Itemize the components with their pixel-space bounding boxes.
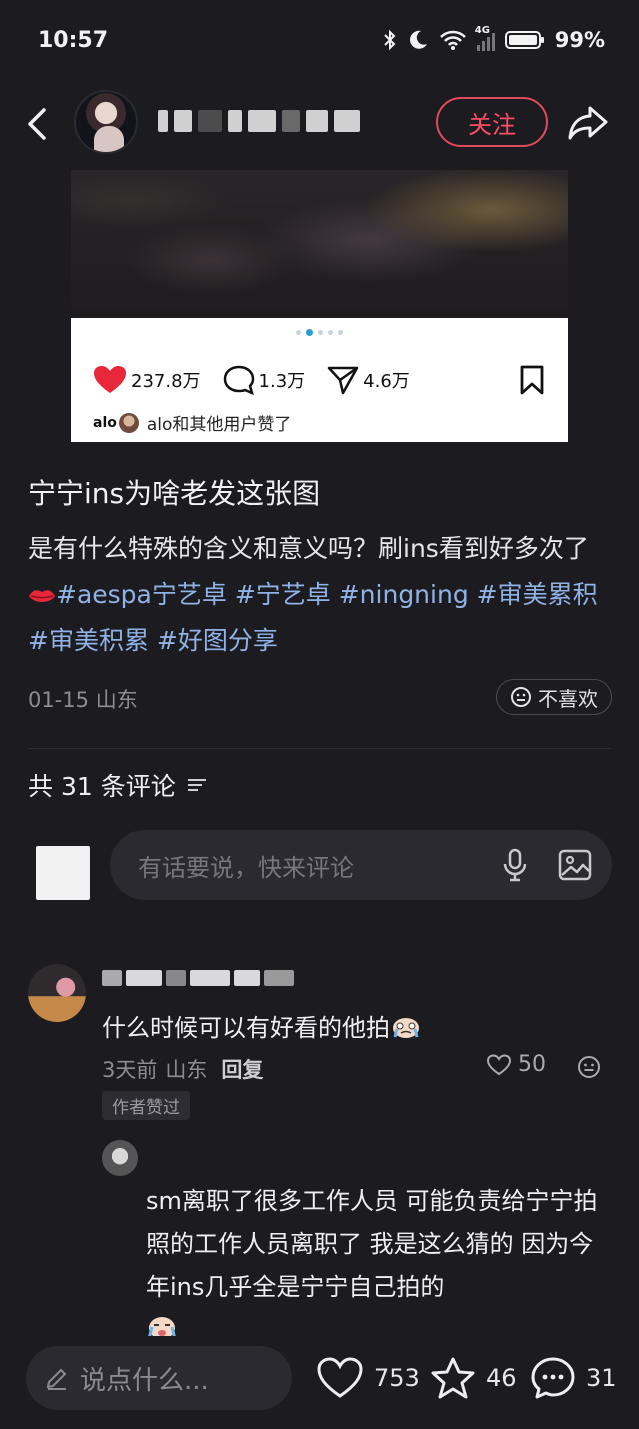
bluetooth-icon [384, 29, 396, 51]
comment-count[interactable]: 共 31 条评论 [28, 767, 208, 803]
liked-by-avatar-text: alo [93, 414, 117, 431]
say-something-input[interactable]: 说点什么... [26, 1346, 292, 1410]
liked-by-avatar [118, 412, 139, 433]
post-date-location: 01-15 山东 [28, 688, 138, 712]
favorite-count: 46 [486, 1364, 517, 1392]
bookmark-icon [520, 365, 544, 395]
post-body-text: 是有什么特殊的含义和意义吗？刷ins看到好多次了 [28, 534, 589, 563]
neutral-face-icon [511, 687, 531, 707]
carousel-dot-active [306, 329, 313, 336]
liked-by-text: alo和其他用户赞了 [146, 415, 292, 435]
author-liked-badge: 作者赞过 [102, 1091, 190, 1120]
hashtag[interactable]: #审美积累 [28, 626, 149, 655]
moon-icon [409, 30, 427, 49]
ig-liked-by: alo alo和其他用户赞了 [93, 410, 291, 435]
post-header: 关注 [0, 84, 639, 168]
heart-outline-icon [317, 1357, 363, 1398]
pencil-icon [46, 1368, 67, 1390]
comment-time: 3天前 [102, 1058, 158, 1082]
reply-text-content: sm离职了很多工作人员 可能负责给宁宁拍照的工作人员离职了 我是这么猜的 因为今… [146, 1187, 598, 1301]
reply-text: sm离职了很多工作人员 可能负责给宁宁拍照的工作人员离职了 我是这么猜的 因为今… [146, 1180, 616, 1352]
ig-action-row: 237.8万 1.3万 4.6万 [93, 360, 546, 400]
share-icon[interactable] [566, 102, 610, 142]
post-title: 宁宁ins为啥老发这张图 [28, 477, 321, 510]
commenter-avatar[interactable] [28, 964, 86, 1022]
comment-meta: 3天前 山东 回复 [102, 1054, 263, 1084]
dislike-label: 不喜欢 [538, 686, 598, 711]
comment-like-count: 50 [518, 1052, 546, 1077]
comment-text: 什么时候可以有好看的他拍 [102, 1008, 422, 1043]
section-divider [28, 748, 611, 749]
commenter-name[interactable] [102, 970, 294, 986]
ig-likes: 237.8万 [93, 365, 201, 395]
battery-icon [504, 31, 544, 49]
my-avatar [36, 846, 90, 900]
hashtag[interactable]: #宁艺卓 [235, 580, 331, 609]
cloud-photo [71, 170, 568, 318]
comment-input-placeholder: 有话要说，快来评论 [138, 853, 354, 882]
post-body: 是有什么特殊的含义和意义吗？刷ins看到好多次了 #aespa宁艺卓 #宁艺卓 #… [28, 526, 613, 664]
microphone-icon[interactable] [502, 848, 528, 882]
comment-button[interactable]: 31 [530, 1356, 617, 1400]
network-type: 4G [474, 25, 490, 36]
status-bar: 10:57 4G 99% [0, 0, 639, 84]
sort-icon[interactable] [186, 776, 208, 794]
comment-count-label: 共 31 条评论 [28, 772, 176, 801]
author-username[interactable] [158, 104, 388, 138]
hashtag[interactable]: #ningning [339, 580, 469, 609]
image-icon[interactable] [558, 849, 592, 881]
carousel-dot [328, 330, 333, 335]
comment-total: 31 [586, 1364, 617, 1392]
follow-button[interactable]: 关注 [436, 97, 548, 147]
ig-comments-count: 1.3万 [258, 371, 306, 392]
ig-likes-count: 237.8万 [131, 371, 201, 392]
hashtag[interactable]: #好图分享 [157, 626, 278, 655]
carousel-dot [296, 330, 301, 335]
signal-icon: 4G [475, 25, 495, 51]
dislike-button[interactable]: 不喜欢 [496, 679, 612, 715]
favorite-button[interactable]: 46 [430, 1356, 517, 1400]
comment-location: 山东 [165, 1058, 208, 1082]
carousel-dot [338, 330, 343, 335]
send-icon [327, 366, 359, 395]
comment-input[interactable]: 有话要说，快来评论 [110, 830, 612, 900]
back-arrow-icon[interactable] [22, 104, 52, 144]
emoji-reaction-icon[interactable] [576, 1054, 602, 1080]
carousel-dots [71, 329, 568, 336]
heart-filled-icon [94, 366, 126, 393]
comment-dots-icon [531, 1357, 575, 1399]
author-avatar[interactable] [74, 90, 138, 154]
crying-face-emoji-icon [393, 1018, 419, 1038]
status-icons: 4G 99% [383, 25, 605, 52]
comment-like-button[interactable]: 50 [486, 1052, 546, 1077]
hashtag[interactable]: #审美累积 [477, 580, 598, 609]
ig-shares: 4.6万 [327, 365, 410, 395]
wifi-icon [439, 30, 466, 50]
replier-avatar[interactable] [102, 1140, 138, 1176]
bottom-action-bar: 说点什么... 753 46 31 [0, 1336, 639, 1429]
star-outline-icon [431, 1357, 475, 1399]
like-count: 753 [374, 1364, 420, 1392]
post-image[interactable]: 237.8万 1.3万 4.6万 alo alo和其他用户赞了 [71, 170, 568, 442]
hashtag[interactable]: #aespa宁艺卓 [56, 580, 227, 609]
comment-bubble-icon [223, 365, 254, 395]
lips-emoji-icon [29, 590, 55, 602]
ig-shares-count: 4.6万 [363, 371, 410, 392]
comment-text-content: 什么时候可以有好看的他拍 [102, 1014, 390, 1042]
status-time: 10:57 [38, 28, 109, 53]
heart-outline-icon [486, 1053, 512, 1075]
like-button[interactable]: 753 [316, 1356, 420, 1400]
ig-comments: 1.3万 [223, 365, 306, 395]
reply-button[interactable]: 回复 [221, 1054, 263, 1084]
battery-percent: 99% [554, 28, 605, 52]
liked-by-avatars: alo [93, 412, 139, 433]
say-something-placeholder: 说点什么... [80, 1365, 209, 1396]
carousel-dot [318, 330, 323, 335]
